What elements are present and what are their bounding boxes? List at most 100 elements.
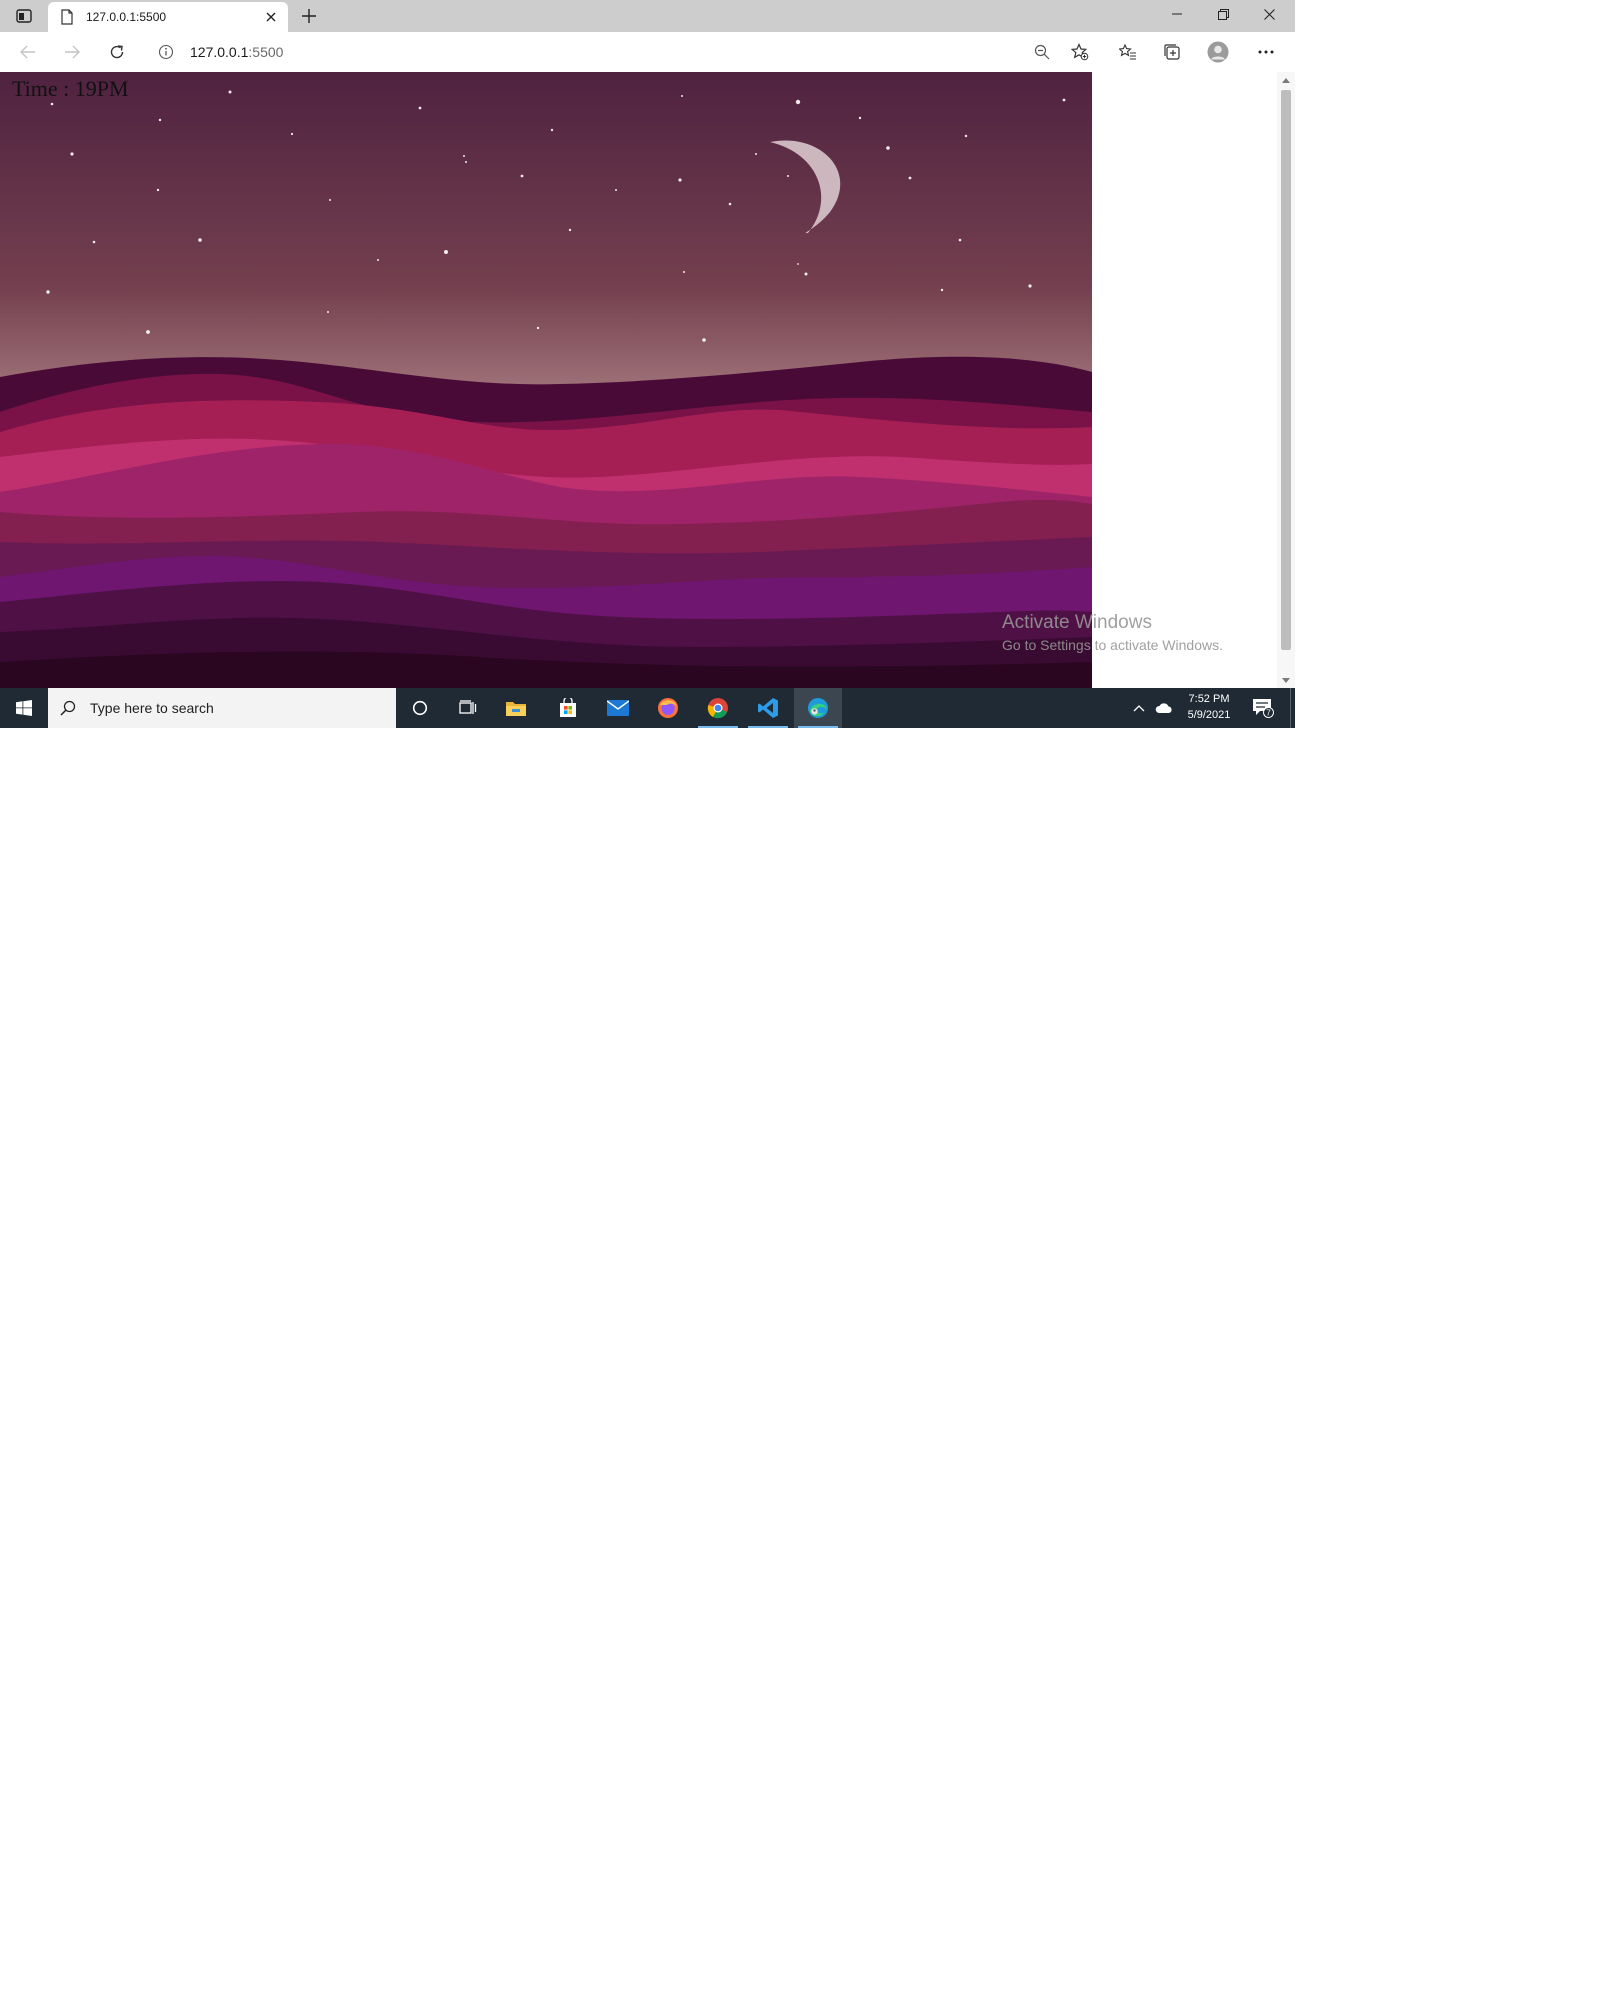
- star: [958, 238, 962, 242]
- star: [444, 250, 448, 254]
- mail-button[interactable]: [594, 688, 642, 728]
- page-viewport: Time : 19PM Activate Windows Go to Setti…: [0, 72, 1295, 688]
- star: [418, 106, 422, 110]
- clock-time: 7:52 PM: [1188, 693, 1230, 705]
- star: [536, 326, 540, 330]
- star: [463, 155, 465, 157]
- refresh-button[interactable]: [105, 40, 129, 64]
- close-icon: [266, 12, 276, 22]
- star: [683, 271, 685, 273]
- minimize-icon: [1172, 13, 1182, 15]
- collections-button[interactable]: [1160, 40, 1184, 64]
- restore-button[interactable]: [1200, 0, 1246, 28]
- plus-icon: [302, 9, 316, 23]
- favorites-list-icon: [1119, 44, 1136, 60]
- star: [377, 259, 379, 261]
- star: [964, 134, 968, 138]
- star: [146, 330, 150, 334]
- vertical-scrollbar[interactable]: [1277, 72, 1295, 688]
- onedrive-button[interactable]: [1152, 698, 1176, 718]
- star: [228, 90, 232, 94]
- close-window-button[interactable]: [1246, 0, 1292, 28]
- tab-strip: 127.0.0.1:5500: [0, 0, 1295, 32]
- profile-button[interactable]: [1206, 40, 1230, 64]
- star: [465, 161, 467, 163]
- star: [755, 153, 757, 155]
- notification-icon: 7: [1253, 699, 1274, 718]
- file-explorer-button[interactable]: [492, 688, 540, 728]
- caret-down-icon: [1282, 677, 1290, 683]
- address-url[interactable]: 127.0.0.1:5500: [190, 44, 283, 60]
- cortana-button[interactable]: [396, 688, 444, 728]
- star: [327, 311, 329, 313]
- start-button[interactable]: [0, 688, 48, 728]
- star: [1062, 98, 1066, 102]
- settings-more-button[interactable]: [1254, 40, 1278, 64]
- time-label: Time : 19PM: [12, 76, 129, 101]
- star: [198, 238, 202, 242]
- edge-button[interactable]: [794, 688, 842, 728]
- star: [858, 116, 862, 120]
- vscode-button[interactable]: [744, 688, 792, 728]
- screen: 127.0.0.1:5500 127.0.0.1:5500 Time: 19P…: [0, 0, 1295, 728]
- taskbar-search-box[interactable]: Type here to search: [48, 688, 396, 728]
- firefox-button[interactable]: [644, 688, 692, 728]
- back-button[interactable]: [16, 40, 40, 64]
- show-hidden-icons-button[interactable]: [1129, 698, 1149, 718]
- microsoft-store-button[interactable]: [544, 688, 592, 728]
- chrome-button[interactable]: [694, 688, 742, 728]
- favorites-button[interactable]: [1116, 40, 1140, 64]
- info-icon[interactable]: [158, 44, 174, 60]
- minimize-button[interactable]: [1154, 0, 1200, 28]
- add-favorite-button[interactable]: [1068, 40, 1092, 64]
- action-center-button[interactable]: 7: [1248, 688, 1278, 728]
- address-host-text: 127.0.0.1: [190, 44, 249, 60]
- show-desktop-button[interactable]: [1290, 688, 1295, 728]
- avatar-icon: [1207, 41, 1229, 63]
- tab-actions-button[interactable]: [10, 7, 38, 25]
- caret-up-icon: [1282, 77, 1290, 83]
- microsoft-store-icon: [560, 698, 576, 717]
- star: [290, 132, 294, 136]
- edge-icon: [808, 698, 828, 718]
- scroll-up-button[interactable]: [1280, 74, 1292, 86]
- taskbar-clock[interactable]: 7:52 PM 5/9/2021: [1182, 691, 1236, 723]
- forward-button[interactable]: [60, 40, 84, 64]
- tab-title: 127.0.0.1:5500: [86, 10, 167, 24]
- refresh-icon: [110, 45, 124, 59]
- star: [158, 118, 162, 122]
- firefox-icon: [658, 698, 678, 718]
- tab-actions-icon: [16, 9, 32, 23]
- star: [50, 102, 54, 106]
- star: [329, 199, 331, 201]
- watermark-title: Activate Windows: [1002, 612, 1152, 633]
- star: [46, 290, 50, 294]
- new-tab-button[interactable]: [298, 5, 320, 27]
- star: [908, 176, 912, 180]
- task-view-button[interactable]: [444, 688, 492, 728]
- chrome-icon: [707, 698, 728, 719]
- close-icon: [1263, 8, 1275, 20]
- search-placeholder: Type here to search: [90, 700, 214, 716]
- cloud-icon: [1155, 703, 1172, 713]
- star: [681, 95, 683, 97]
- tab-active[interactable]: 127.0.0.1:5500: [48, 2, 288, 32]
- scroll-down-button[interactable]: [1280, 674, 1292, 686]
- scrollbar-thumb[interactable]: [1281, 90, 1291, 650]
- taskbar: Type here to search 7:52 PM 5/9/2021 7: [0, 688, 1295, 728]
- address-bar[interactable]: 127.0.0.1:5500: [150, 36, 1100, 68]
- tab-close-button[interactable]: [262, 8, 280, 26]
- forward-arrow-icon: [65, 45, 80, 59]
- file-explorer-icon: [506, 702, 526, 716]
- star: [728, 202, 732, 206]
- star: [1028, 284, 1032, 288]
- zoom-button[interactable]: [1030, 40, 1054, 64]
- vscode-icon: [758, 698, 778, 718]
- restore-icon: [1217, 8, 1229, 20]
- star: [92, 240, 96, 244]
- star: [886, 146, 890, 150]
- windows-logo-icon: [16, 700, 32, 716]
- star: [70, 152, 74, 156]
- more-dots-icon: [1258, 50, 1274, 54]
- browser-toolbar: 127.0.0.1:5500: [0, 32, 1295, 73]
